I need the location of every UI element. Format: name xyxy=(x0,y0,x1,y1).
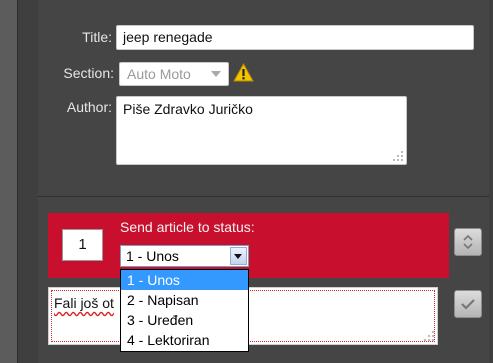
section-value: Auto Moto xyxy=(127,66,191,82)
send-status-label: Send article to status: xyxy=(120,219,255,235)
resize-grip-icon[interactable] xyxy=(424,331,434,341)
checkmark-icon xyxy=(461,299,475,310)
status-selected-value: 1 - Unos xyxy=(126,248,179,264)
status-option[interactable]: 3 - Uređen xyxy=(121,310,248,330)
section-divider xyxy=(38,196,489,197)
status-option[interactable]: 4 - Lektoriran xyxy=(121,330,248,350)
section-label: Section: xyxy=(63,65,114,81)
status-select[interactable]: 1 - Unos xyxy=(120,245,249,267)
status-option[interactable]: 2 - Napisan xyxy=(121,290,248,310)
chevron-down-icon[interactable] xyxy=(230,247,247,265)
warning-icon xyxy=(233,63,254,82)
move-button[interactable] xyxy=(454,228,482,256)
author-text: Piše Zdravko Juričko xyxy=(123,101,253,117)
left-sidebar-strip xyxy=(0,0,18,363)
confirm-button[interactable] xyxy=(454,290,482,318)
section-select[interactable]: Auto Moto xyxy=(119,62,229,86)
title-label: Title: xyxy=(82,29,112,45)
title-input[interactable]: jeep renegade xyxy=(116,25,474,50)
author-textarea[interactable]: Piše Zdravko Juričko xyxy=(116,96,407,165)
author-label: Author: xyxy=(66,99,112,115)
status-dropdown-list[interactable]: 1 - Unos 2 - Napisan 3 - Uređen 4 - Lekt… xyxy=(120,269,249,352)
status-number: 1 xyxy=(62,229,103,261)
note-text-start: Fali još ot xyxy=(54,295,114,311)
up-down-arrows-icon xyxy=(463,234,473,250)
status-option[interactable]: 1 - Unos xyxy=(121,270,248,290)
chevron-down-icon xyxy=(211,71,221,77)
resize-grip-icon[interactable] xyxy=(393,151,403,161)
